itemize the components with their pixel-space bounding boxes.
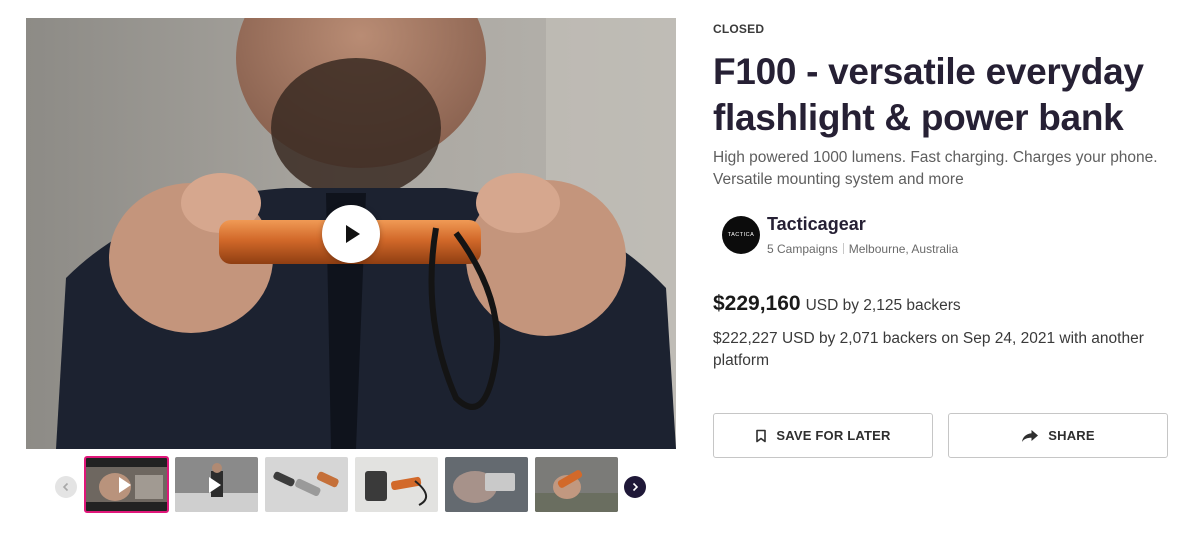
creator-name[interactable]: Tacticagear [767, 214, 866, 235]
creator-location: Melbourne, Australia [848, 242, 959, 256]
thumbnail-image [355, 457, 438, 512]
thumbnail-1[interactable] [84, 456, 169, 513]
play-icon [119, 477, 131, 493]
thumbnail-4[interactable] [355, 457, 438, 512]
meta-divider [842, 243, 844, 254]
thumbnail-image [445, 457, 528, 512]
thumbnail-5[interactable] [445, 457, 528, 512]
creator-meta: 5 Campaigns Melbourne, Australia [767, 242, 958, 256]
previous-thumbnail-button[interactable] [55, 476, 77, 498]
bookmark-icon [756, 429, 767, 442]
campaign-blurb: High powered 1000 lumens. Fast charging.… [713, 149, 1158, 188]
thumbnail-6[interactable] [535, 457, 618, 512]
chevron-right-icon [632, 482, 639, 492]
campaign-status: CLOSED [713, 22, 765, 36]
funding-detail: USD by 2,125 backers [805, 297, 961, 314]
share-arrow-icon [1022, 429, 1039, 442]
thumbnail-3[interactable] [265, 457, 348, 512]
play-video-button[interactable] [322, 205, 380, 263]
play-icon [346, 225, 360, 243]
save-for-later-button[interactable]: SAVE FOR LATER [713, 413, 933, 458]
thumbnail-image [535, 457, 618, 512]
main-media[interactable] [26, 18, 676, 449]
thumbnail-strip [26, 455, 676, 515]
thumbnail-image [265, 457, 348, 512]
play-icon [209, 477, 221, 493]
creator-campaigns[interactable]: 5 Campaigns [767, 242, 838, 256]
thumbnail-2[interactable] [175, 457, 258, 512]
other-platform-funding: $222,227 USD by 2,071 backers on Sep 24,… [713, 330, 1144, 369]
page-title: F100 - versatile everyday flashlight & p… [713, 51, 1144, 138]
share-button[interactable]: SHARE [948, 413, 1168, 458]
creator-avatar[interactable]: TACTICA [722, 216, 760, 254]
chevron-left-icon [62, 482, 69, 492]
save-for-later-label: SAVE FOR LATER [776, 428, 891, 443]
funding-total: $229,160 USD by 2,125 backers [713, 292, 961, 316]
next-thumbnail-button[interactable] [624, 476, 646, 498]
share-label: SHARE [1048, 428, 1095, 443]
creator-card: TACTICA Tacticagear 5 Campaigns Melbourne… [722, 214, 1182, 258]
funding-amount: $229,160 [713, 292, 801, 315]
